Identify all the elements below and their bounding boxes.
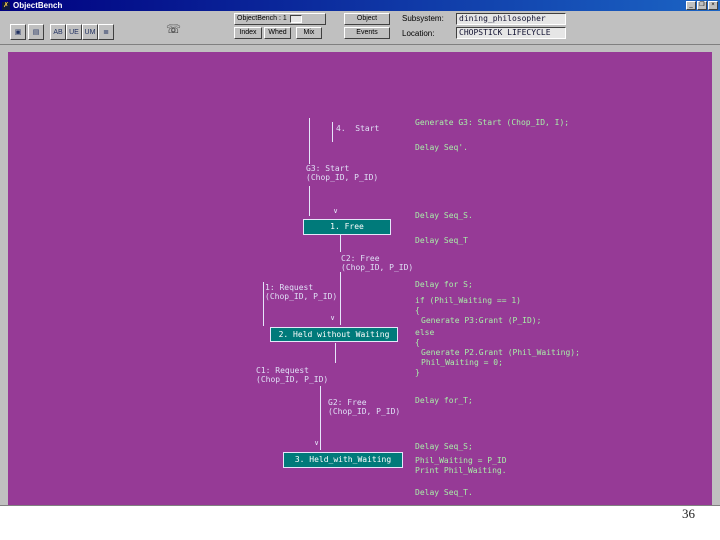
event-label: C2: Free (Chop_ID, P_ID) — [341, 254, 414, 272]
diagram-canvas[interactable]: ∨ ∨ ∨ 1. Free 2. Held without Waiting 3. Held… — [8, 52, 712, 505]
objectbench-indicator-label: ObjectBench : 1 — [237, 15, 287, 22]
lifeline — [340, 235, 341, 252]
arrowhead-icon: ∨ — [333, 208, 339, 215]
camera-icon[interactable]: ▤ — [28, 24, 44, 40]
list-icon[interactable]: ≣ — [98, 24, 114, 40]
lifeline — [320, 386, 321, 450]
close-button[interactable]: × — [708, 1, 718, 10]
state-box[interactable]: 3. Held_with_Waiting — [283, 452, 403, 468]
arrowhead-icon: ∨ — [330, 315, 336, 322]
code-annotation: Delay for_T; — [415, 396, 473, 405]
toolbar: ▣ ▤ AB UE UM ≣ ☏ ObjectBench : 1 Index W… — [0, 11, 720, 45]
event-label: C1: Request (Chop_ID, P_ID) — [256, 366, 329, 384]
objectbench-count-field — [289, 15, 302, 23]
window-title: ObjectBench — [13, 1, 63, 10]
code-annotation: Delay Seq_S. — [415, 211, 473, 220]
code-annotation: Phil_Waiting = 0; — [421, 358, 503, 367]
slide-number: 36 — [682, 506, 695, 521]
code-annotation: Delay Seq'. — [415, 143, 468, 152]
code-annotation: Generate P3:Grant (P_ID); — [421, 316, 542, 325]
object-button[interactable]: Object — [344, 13, 390, 25]
lifeline — [335, 343, 336, 363]
index-button[interactable]: Index — [234, 27, 262, 39]
scene-icon[interactable]: ▣ — [10, 24, 26, 40]
code-annotation: Phil_Waiting = P_ID — [415, 456, 507, 465]
code-annotation: Delay Seq_S; — [415, 442, 473, 451]
lifeline — [332, 122, 333, 142]
code-annotation: Generate P2.Grant (Phil_Waiting); — [421, 348, 580, 357]
code-annotation: { — [415, 306, 420, 315]
code-annotation: } — [415, 368, 420, 377]
lifeline — [340, 272, 341, 325]
lifeline — [263, 282, 264, 326]
state-box[interactable]: 2. Held without Waiting — [270, 327, 398, 342]
event-label: 4. Start — [336, 124, 380, 133]
code-annotation: Delay Seq_T. — [415, 488, 473, 497]
arrowhead-icon: ∨ — [314, 440, 320, 447]
lifeline — [309, 118, 310, 164]
mix-button[interactable]: Mix — [296, 27, 322, 39]
objectbench-indicator: ObjectBench : 1 — [234, 13, 326, 25]
objectbench-window: ✗ ObjectBench _ ❐ × ▣ ▤ AB UE UM ≣ ☏ Obj… — [0, 0, 720, 506]
code-annotation: Delay Seq_T — [415, 236, 468, 245]
slide: ✗ ObjectBench _ ❐ × ▣ ▤ AB UE UM ≣ ☏ Obj… — [0, 0, 720, 540]
lifeline — [309, 186, 310, 216]
code-annotation: else — [415, 328, 435, 337]
ab-tool-icon[interactable]: AB — [50, 24, 66, 40]
whed-button[interactable]: Whed — [264, 27, 291, 39]
state-box[interactable]: 1. Free — [303, 219, 391, 235]
location-label: Location: — [402, 29, 435, 38]
code-annotation: Print Phil_Waiting. — [415, 466, 507, 475]
code-annotation: Delay for S; — [415, 280, 473, 289]
code-annotation: { — [415, 338, 420, 347]
events-button[interactable]: Events — [344, 27, 390, 39]
subsystem-field[interactable]: dining_philosopher — [456, 13, 566, 25]
subsystem-label: Subsystem: — [402, 14, 444, 23]
code-annotation: if (Phil_Waiting == 1) — [415, 296, 521, 305]
location-field[interactable]: CHOPSTICK LIFECYCLE — [456, 27, 566, 39]
um-tool-icon[interactable]: UM — [82, 24, 98, 40]
event-label: G2: Free (Chop_ID, P_ID) — [328, 398, 401, 416]
event-label: 1: Request (Chop_ID, P_ID) — [265, 283, 338, 301]
ue-tool-icon[interactable]: UE — [66, 24, 82, 40]
maximize-button[interactable]: ❐ — [697, 1, 707, 10]
titlebar: ✗ ObjectBench _ ❐ × — [0, 0, 720, 11]
phone-icon[interactable]: ☏ — [166, 22, 181, 36]
app-icon: ✗ — [2, 1, 10, 10]
code-annotation: Generate G3: Start (Chop_ID, I); — [415, 118, 570, 127]
minimize-button[interactable]: _ — [686, 1, 696, 10]
event-label: G3: Start (Chop_ID, P_ID) — [306, 164, 379, 182]
